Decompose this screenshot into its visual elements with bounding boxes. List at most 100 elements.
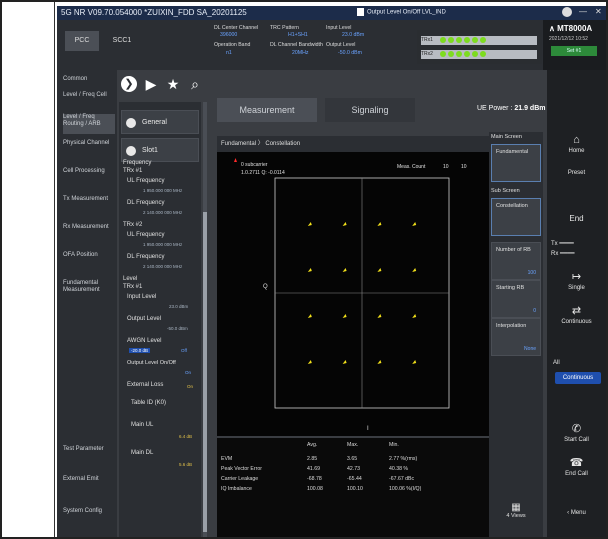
preset-button[interactable]: Preset bbox=[547, 170, 606, 176]
main-ul-label: Main UL bbox=[131, 422, 154, 428]
nav-common[interactable]: Common bbox=[63, 76, 115, 83]
chevron-icon bbox=[126, 146, 136, 156]
dl-center-channel-label: DL Center Channel bbox=[214, 25, 259, 31]
dl-channel-bandwidth-value[interactable]: 20MHz bbox=[292, 50, 308, 56]
tab-signaling[interactable]: Signaling bbox=[325, 98, 415, 122]
status-dot-icon bbox=[480, 36, 487, 43]
starting-rb-field[interactable]: Starting RB 0 bbox=[491, 280, 541, 318]
input-level-param-value[interactable]: 23.0 dBm bbox=[169, 304, 188, 309]
nav-system-config[interactable]: System Config bbox=[63, 508, 115, 515]
output-onoff-indicator[interactable]: Output Level On/Off LVL_IND bbox=[357, 8, 446, 16]
number-of-rb-field[interactable]: Number of RB 100 bbox=[491, 242, 541, 280]
row-cl-avg: -68.78 bbox=[307, 476, 322, 482]
rx-slider[interactable]: Rx ━━━━ bbox=[547, 250, 606, 257]
main-dl-value[interactable]: 5.6 dB bbox=[179, 462, 192, 467]
awgn-level-label: AWGN Level bbox=[127, 338, 162, 344]
nav-tx-measurement[interactable]: Tx Measurement bbox=[63, 196, 115, 203]
constellation-point-13 bbox=[342, 360, 347, 364]
continuous-button[interactable]: ⇄ Continuous bbox=[547, 304, 606, 325]
search-icon[interactable]: ⌕ bbox=[187, 76, 203, 92]
external-loss-state[interactable]: On bbox=[187, 384, 193, 389]
all-label: All bbox=[553, 360, 560, 366]
nav-ofa-position[interactable]: OFA Position bbox=[63, 252, 115, 259]
tree-scrollbar[interactable] bbox=[203, 102, 207, 537]
status-dot-icon bbox=[448, 50, 455, 57]
main-ul-value[interactable]: 6.4 dB bbox=[179, 434, 192, 439]
tx-slider[interactable]: Tx ━━━━ bbox=[547, 240, 606, 247]
gear-icon[interactable] bbox=[562, 7, 572, 17]
tab-scc1[interactable]: SCC1 bbox=[105, 31, 139, 51]
constellation-point-4 bbox=[307, 268, 312, 272]
constellation-point-3 bbox=[412, 222, 417, 226]
fundamental-button[interactable]: Fundamental bbox=[491, 144, 541, 182]
breadcrumb[interactable]: Fundamental 〉 Constellation bbox=[221, 141, 300, 147]
checkbox-icon bbox=[357, 8, 364, 16]
title-bar: 5G NR V09.70.054000 *ZUIXIN_FDD SA_20201… bbox=[57, 6, 606, 20]
end-button[interactable]: End bbox=[547, 214, 606, 223]
nav-level-freq-cell[interactable]: Level / Freq Cell bbox=[63, 92, 115, 99]
col-min: Min. bbox=[389, 442, 399, 448]
jump-icon[interactable]: ▶ bbox=[143, 76, 159, 92]
nav-level-freq-routing[interactable]: Level / Freq Routing / ARB bbox=[63, 114, 115, 134]
interpolation-field[interactable]: Interpolation None bbox=[491, 318, 541, 356]
minimize-icon[interactable]: — bbox=[579, 7, 587, 16]
row-iq-max: 100.10 bbox=[347, 486, 363, 492]
constellation-button[interactable]: Constellation bbox=[491, 198, 541, 236]
ul-frequency-2-value[interactable]: 1 950.000 000 MHz bbox=[143, 242, 182, 247]
hard-key-panel: ⌂ Home Preset End Tx ━━━━ Rx ━━━━ ↦ Single… bbox=[547, 70, 606, 537]
home-icon: ⌂ bbox=[573, 134, 580, 146]
single-button[interactable]: ↦ Single bbox=[547, 270, 606, 291]
nav-test-parameter[interactable]: Test Parameter bbox=[63, 446, 115, 453]
set-indicator[interactable]: Set #1 bbox=[551, 46, 597, 56]
nav-fundamental-measurement[interactable]: Fundamental Measurement bbox=[63, 280, 115, 294]
row-evm-label: EVM bbox=[221, 456, 233, 462]
dl-frequency-value[interactable]: 2 140.000 000 MHz bbox=[143, 210, 182, 215]
output-onoff-state[interactable]: On bbox=[185, 370, 191, 375]
col-max: Max. bbox=[347, 442, 359, 448]
continuous-selected[interactable]: Continuous bbox=[555, 372, 601, 384]
start-call-button[interactable]: ✆ Start Call bbox=[547, 422, 606, 443]
menu-button[interactable]: ‹ Menu bbox=[547, 510, 606, 516]
ue-power-value: 21.9 dBm bbox=[514, 105, 546, 112]
dl-frequency-2-value[interactable]: 2 140.000 000 MHz bbox=[143, 264, 182, 269]
constellation-point-12 bbox=[307, 360, 312, 364]
tab-measurement[interactable]: Measurement bbox=[217, 98, 317, 122]
awgn-state[interactable]: Off bbox=[181, 348, 187, 353]
constellation-point-2 bbox=[377, 222, 382, 226]
ul-frequency-value[interactable]: 1 950.000 000 MHz bbox=[143, 188, 182, 193]
dl-center-channel-value[interactable]: 396000 bbox=[220, 32, 237, 38]
tree-general[interactable]: General bbox=[121, 110, 199, 134]
operation-band-value[interactable]: n1 bbox=[226, 50, 232, 56]
trx2-status-row: TRx2 bbox=[421, 50, 537, 59]
views-button[interactable]: ▦ 4 Views bbox=[491, 502, 541, 519]
end-call-button[interactable]: ☎ End Call bbox=[547, 456, 606, 477]
home-button[interactable]: ⌂ Home bbox=[547, 134, 606, 154]
tab-pcc[interactable]: PCC bbox=[65, 31, 99, 51]
star-icon[interactable]: ★ bbox=[165, 76, 181, 92]
awgn-level-value[interactable]: -20.0 dB bbox=[129, 348, 151, 353]
trc-pattern-value[interactable]: H1+SH1 bbox=[288, 32, 308, 38]
y-axis-label: Q bbox=[263, 284, 268, 290]
constellation-point-14 bbox=[377, 360, 382, 364]
meas-count-done: 10 bbox=[443, 164, 449, 170]
col-avg: Avg. bbox=[307, 442, 318, 448]
forward-icon[interactable]: ❯ bbox=[121, 76, 137, 92]
nav-cell-processing[interactable]: Cell Processing bbox=[63, 168, 115, 175]
status-dot-icon bbox=[456, 50, 463, 57]
constellation-point-5 bbox=[342, 268, 347, 272]
nav-rx-measurement[interactable]: Rx Measurement bbox=[63, 224, 115, 231]
status-dot-icon bbox=[464, 50, 471, 57]
dl-channel-bandwidth-label: DL Channel Bandwidth bbox=[270, 42, 323, 48]
input-level-value[interactable]: 23.0 dBm bbox=[342, 32, 364, 38]
output-level-param-value[interactable]: -50.0 dBm bbox=[167, 326, 188, 331]
tree-slot1[interactable]: Slot1 bbox=[121, 138, 199, 162]
status-dot-icon bbox=[472, 36, 479, 43]
scrollbar-thumb[interactable] bbox=[203, 212, 207, 532]
left-blank-column bbox=[2, 2, 55, 537]
nav-physical-channel[interactable]: Physical Channel bbox=[63, 140, 115, 147]
nav-external-emit[interactable]: External Emit bbox=[63, 476, 115, 483]
output-level-value[interactable]: -50.0 dBm bbox=[338, 50, 362, 56]
close-icon[interactable]: ✕ bbox=[595, 7, 602, 16]
row-pve-label: Peak Vector Error bbox=[221, 466, 262, 472]
hangup-icon: ☎ bbox=[569, 457, 584, 469]
